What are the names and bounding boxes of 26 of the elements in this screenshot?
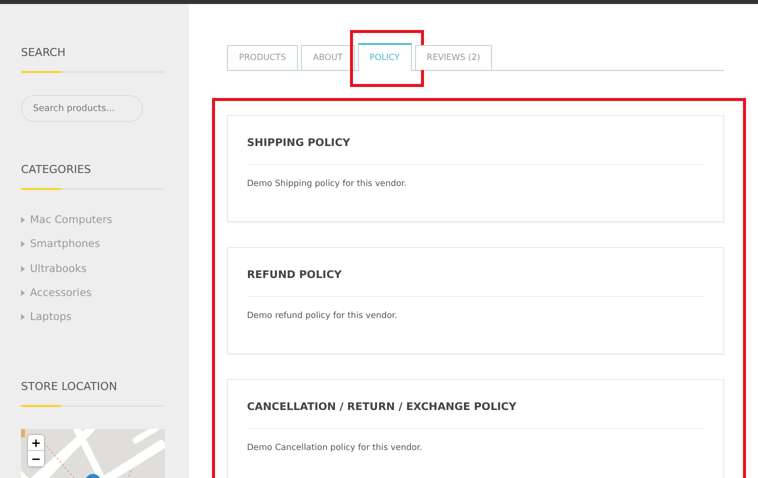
- category-link[interactable]: Mac Computers: [30, 214, 112, 226]
- zoom-in-button[interactable]: +: [28, 435, 44, 452]
- search-field[interactable]: Search products...: [21, 95, 143, 122]
- triangle-icon: [21, 314, 25, 320]
- tab[interactable]: ABOUT: [301, 45, 355, 70]
- triangle-icon: [21, 266, 25, 272]
- category-link[interactable]: Smartphones: [30, 238, 100, 250]
- category-link[interactable]: Laptops: [30, 311, 72, 324]
- policy-title: CANCELLATION / RETURN / EXCHANGE POLICY: [247, 400, 518, 414]
- category-link[interactable]: Accessories: [30, 287, 92, 300]
- widget-title: CATEGORIES: [21, 163, 92, 177]
- triangle-icon: [21, 217, 25, 224]
- tab[interactable]: REVIEWS (2): [414, 45, 492, 70]
- zoom-out-button[interactable]: −: [28, 451, 44, 468]
- policy-text: Demo Shipping policy for this vendor.: [247, 179, 408, 189]
- policy-title: REFUND POLICY: [247, 268, 343, 282]
- tab[interactable]: POLICY: [358, 43, 412, 71]
- widget-title: STORE LOCATION: [21, 380, 118, 394]
- tab[interactable]: PRODUCTS: [227, 45, 298, 70]
- policy-title: SHIPPING POLICY: [247, 136, 352, 150]
- triangle-icon: [21, 241, 25, 248]
- policy-text: Demo Cancellation policy for this vendor.: [247, 443, 424, 453]
- category-link[interactable]: Ultrabooks: [30, 262, 87, 275]
- triangle-icon: [21, 290, 25, 296]
- policy-text: Demo refund policy for this vendor.: [247, 311, 398, 321]
- widget-title: SEARCH: [21, 46, 66, 60]
